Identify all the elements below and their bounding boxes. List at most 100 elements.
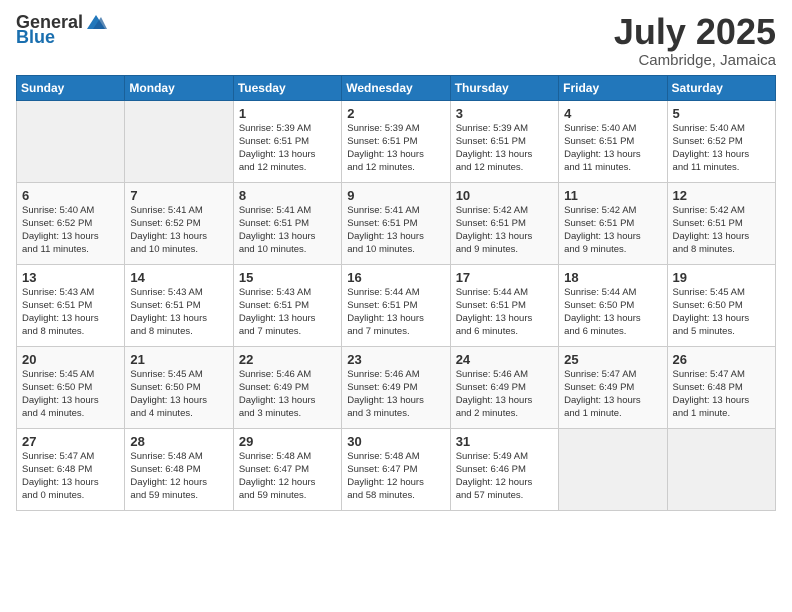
day-number: 29	[239, 433, 337, 451]
day-info-line: Sunset: 6:50 PM	[564, 300, 662, 313]
day-number: 5	[673, 105, 771, 123]
day-info-line: Daylight: 13 hours	[239, 149, 337, 162]
day-info-line: Daylight: 13 hours	[22, 313, 120, 326]
calendar-cell: 29Sunrise: 5:48 AMSunset: 6:47 PMDayligh…	[233, 428, 341, 510]
day-number: 1	[239, 105, 337, 123]
day-number: 14	[130, 269, 228, 287]
day-info-line: and 3 minutes.	[347, 408, 445, 421]
day-number: 22	[239, 351, 337, 369]
day-info-line: Sunrise: 5:43 AM	[22, 287, 120, 300]
day-header-monday: Monday	[125, 75, 233, 100]
day-info-line: Sunrise: 5:45 AM	[22, 369, 120, 382]
day-info-line: Daylight: 13 hours	[347, 149, 445, 162]
calendar-cell: 24Sunrise: 5:46 AMSunset: 6:49 PMDayligh…	[450, 346, 558, 428]
day-number: 28	[130, 433, 228, 451]
day-info-line: Sunrise: 5:42 AM	[564, 205, 662, 218]
day-info-line: Sunset: 6:51 PM	[130, 300, 228, 313]
day-number: 24	[456, 351, 554, 369]
day-info-line: and 7 minutes.	[347, 326, 445, 339]
calendar-cell: 12Sunrise: 5:42 AMSunset: 6:51 PMDayligh…	[667, 182, 775, 264]
day-info-line: and 11 minutes.	[22, 244, 120, 257]
calendar-cell: 25Sunrise: 5:47 AMSunset: 6:49 PMDayligh…	[559, 346, 667, 428]
day-number: 18	[564, 269, 662, 287]
day-info-line: Sunset: 6:52 PM	[22, 218, 120, 231]
day-info-line: and 8 minutes.	[673, 244, 771, 257]
day-number: 21	[130, 351, 228, 369]
day-info-line: Sunrise: 5:39 AM	[456, 123, 554, 136]
day-info-line: Sunset: 6:51 PM	[22, 300, 120, 313]
day-info-line: Sunset: 6:48 PM	[130, 464, 228, 477]
day-info-line: Sunrise: 5:44 AM	[347, 287, 445, 300]
day-number: 19	[673, 269, 771, 287]
calendar-cell: 4Sunrise: 5:40 AMSunset: 6:51 PMDaylight…	[559, 100, 667, 182]
day-info-line: Sunset: 6:46 PM	[456, 464, 554, 477]
day-info-line: Sunrise: 5:48 AM	[347, 451, 445, 464]
day-number: 26	[673, 351, 771, 369]
day-number: 27	[22, 433, 120, 451]
calendar-cell: 13Sunrise: 5:43 AMSunset: 6:51 PMDayligh…	[17, 264, 125, 346]
day-info-line: Daylight: 13 hours	[239, 231, 337, 244]
day-info-line: Sunrise: 5:44 AM	[456, 287, 554, 300]
logo-blue-text: Blue	[16, 27, 55, 48]
day-number: 8	[239, 187, 337, 205]
day-info-line: and 10 minutes.	[239, 244, 337, 257]
day-info-line: Sunrise: 5:45 AM	[673, 287, 771, 300]
calendar-cell: 20Sunrise: 5:45 AMSunset: 6:50 PMDayligh…	[17, 346, 125, 428]
week-row-0: 1Sunrise: 5:39 AMSunset: 6:51 PMDaylight…	[17, 100, 776, 182]
day-info-line: and 0 minutes.	[22, 490, 120, 503]
day-info-line: Sunrise: 5:44 AM	[564, 287, 662, 300]
day-info-line: and 4 minutes.	[130, 408, 228, 421]
day-info-line: Sunrise: 5:40 AM	[564, 123, 662, 136]
day-info-line: Daylight: 13 hours	[673, 313, 771, 326]
day-info-line: Sunset: 6:48 PM	[22, 464, 120, 477]
day-number: 11	[564, 187, 662, 205]
day-info-line: Sunrise: 5:42 AM	[456, 205, 554, 218]
day-info-line: Sunrise: 5:47 AM	[22, 451, 120, 464]
header: General Blue July 2025 Cambridge, Jamaic…	[16, 12, 776, 69]
day-info-line: Daylight: 13 hours	[564, 231, 662, 244]
day-info-line: Daylight: 13 hours	[347, 231, 445, 244]
day-info-line: Sunrise: 5:43 AM	[130, 287, 228, 300]
week-row-4: 27Sunrise: 5:47 AMSunset: 6:48 PMDayligh…	[17, 428, 776, 510]
day-info-line: and 3 minutes.	[239, 408, 337, 421]
day-info-line: Daylight: 13 hours	[564, 149, 662, 162]
day-info-line: and 12 minutes.	[347, 162, 445, 175]
day-number: 7	[130, 187, 228, 205]
day-info-line: Sunrise: 5:41 AM	[239, 205, 337, 218]
day-info-line: and 7 minutes.	[239, 326, 337, 339]
day-info-line: Daylight: 13 hours	[564, 313, 662, 326]
logo-icon	[85, 13, 107, 31]
subtitle: Cambridge, Jamaica	[614, 52, 776, 69]
day-info-line: Sunset: 6:50 PM	[130, 382, 228, 395]
day-info-line: and 58 minutes.	[347, 490, 445, 503]
calendar-cell: 10Sunrise: 5:42 AMSunset: 6:51 PMDayligh…	[450, 182, 558, 264]
day-info-line: Daylight: 13 hours	[22, 477, 120, 490]
day-info-line: Sunset: 6:50 PM	[673, 300, 771, 313]
day-info-line: Sunrise: 5:40 AM	[22, 205, 120, 218]
day-info-line: Sunset: 6:49 PM	[564, 382, 662, 395]
day-number: 17	[456, 269, 554, 287]
day-info-line: and 12 minutes.	[456, 162, 554, 175]
day-number: 23	[347, 351, 445, 369]
day-number: 9	[347, 187, 445, 205]
day-info-line: Sunrise: 5:39 AM	[239, 123, 337, 136]
day-info-line: and 11 minutes.	[564, 162, 662, 175]
day-info-line: and 12 minutes.	[239, 162, 337, 175]
day-info-line: Sunrise: 5:46 AM	[456, 369, 554, 382]
day-number: 10	[456, 187, 554, 205]
day-header-wednesday: Wednesday	[342, 75, 450, 100]
day-number: 4	[564, 105, 662, 123]
day-info-line: Sunset: 6:49 PM	[347, 382, 445, 395]
day-info-line: Daylight: 13 hours	[456, 231, 554, 244]
day-info-line: and 6 minutes.	[456, 326, 554, 339]
calendar-cell: 21Sunrise: 5:45 AMSunset: 6:50 PMDayligh…	[125, 346, 233, 428]
day-info-line: Sunset: 6:52 PM	[130, 218, 228, 231]
calendar-cell: 17Sunrise: 5:44 AMSunset: 6:51 PMDayligh…	[450, 264, 558, 346]
day-info-line: Sunrise: 5:39 AM	[347, 123, 445, 136]
day-number: 20	[22, 351, 120, 369]
day-info-line: Sunrise: 5:41 AM	[130, 205, 228, 218]
day-info-line: Sunset: 6:49 PM	[239, 382, 337, 395]
day-info-line: Sunset: 6:51 PM	[564, 136, 662, 149]
calendar-cell: 26Sunrise: 5:47 AMSunset: 6:48 PMDayligh…	[667, 346, 775, 428]
calendar-cell: 31Sunrise: 5:49 AMSunset: 6:46 PMDayligh…	[450, 428, 558, 510]
